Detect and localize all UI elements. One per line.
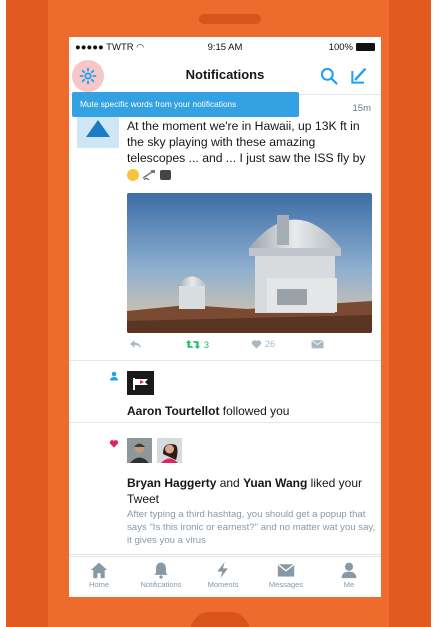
follower-name[interactable]: Aaron Tourtellot bbox=[127, 404, 219, 418]
smile-emoji-icon bbox=[127, 168, 139, 181]
tweet-emojis bbox=[127, 167, 171, 183]
follow-notification[interactable]: Aaron Tourtellot followed you bbox=[69, 361, 381, 423]
tweet-actions: 3 26 bbox=[127, 339, 377, 355]
tab-label: Me bbox=[343, 580, 355, 589]
frame: ●●●●● TWTR ◠ 9:15 AM 100% Notifications bbox=[0, 0, 437, 627]
avatar[interactable] bbox=[157, 438, 182, 463]
heart-icon bbox=[109, 440, 119, 448]
avatar-logo bbox=[86, 120, 110, 137]
phone-home-button bbox=[190, 612, 250, 627]
avatar[interactable] bbox=[127, 438, 152, 463]
lightning-icon bbox=[217, 561, 228, 579]
search-icon[interactable] bbox=[319, 66, 339, 86]
like-button[interactable]: 26 bbox=[251, 339, 275, 349]
phone-side-right bbox=[389, 0, 431, 627]
tab-messages[interactable]: Messages bbox=[256, 561, 316, 589]
tab-label: Moments bbox=[207, 580, 239, 589]
bell-icon bbox=[154, 562, 168, 579]
reply-icon bbox=[130, 340, 141, 349]
compose-icon[interactable] bbox=[349, 66, 369, 86]
like-connector: and bbox=[216, 476, 244, 490]
battery-percent: 100% bbox=[328, 42, 353, 53]
mute-words-tooltip[interactable]: Mute specific words from your notificati… bbox=[72, 92, 299, 117]
telescope-emoji-icon bbox=[143, 169, 156, 180]
person-follow-icon bbox=[110, 371, 118, 381]
person-icon bbox=[341, 562, 357, 579]
envelope-icon bbox=[311, 339, 324, 349]
tab-label: Home bbox=[88, 580, 109, 589]
retweet-button[interactable]: 3 bbox=[185, 339, 209, 350]
tab-bar: Home Notifications Moments Messages Me bbox=[69, 556, 381, 597]
tab-moments[interactable]: Moments bbox=[193, 561, 253, 589]
tab-notifications[interactable]: Notifications bbox=[131, 561, 191, 589]
retweet-icon bbox=[185, 340, 201, 349]
home-icon bbox=[90, 562, 108, 579]
nav-bar: Notifications bbox=[69, 57, 381, 95]
phone-screen: ●●●●● TWTR ◠ 9:15 AM 100% Notifications bbox=[69, 37, 381, 597]
avatar[interactable] bbox=[127, 371, 154, 395]
tweet-notification[interactable]: 15m At the moment we're in Hawaii, up 13… bbox=[69, 95, 381, 361]
camera-emoji-icon bbox=[159, 169, 171, 180]
liked-tweet-text: After typing a third hashtag, you should… bbox=[127, 509, 376, 546]
heart-outline-icon bbox=[251, 340, 262, 349]
like-text: Bryan Haggerty and Yuan Wang liked your … bbox=[127, 475, 372, 507]
tab-home[interactable]: Home bbox=[69, 561, 129, 589]
like-count: 26 bbox=[265, 339, 276, 349]
liker-name-1[interactable]: Bryan Haggerty bbox=[127, 476, 216, 490]
tab-label: Notifications bbox=[140, 580, 182, 589]
avatar-flag-logo bbox=[133, 378, 148, 390]
battery-icon bbox=[356, 43, 375, 51]
tweet-timestamp: 15m bbox=[352, 103, 371, 114]
tab-label: Messages bbox=[268, 580, 304, 589]
reply-button[interactable] bbox=[129, 339, 142, 350]
direct-message-button[interactable] bbox=[311, 339, 324, 349]
liker-name-2[interactable]: Yuan Wang bbox=[243, 476, 307, 490]
phone-speaker bbox=[199, 14, 261, 24]
like-notification[interactable]: Bryan Haggerty and Yuan Wang liked your … bbox=[69, 423, 381, 555]
tweet-text: At the moment we're in Hawaii, up 13K ft… bbox=[127, 118, 375, 183]
status-bar: ●●●●● TWTR ◠ 9:15 AM 100% bbox=[69, 37, 381, 57]
retweet-count: 3 bbox=[204, 339, 210, 350]
follow-action: followed you bbox=[219, 404, 290, 418]
tweet-photo-observatory[interactable] bbox=[127, 193, 372, 333]
tweet-body: At the moment we're in Hawaii, up 13K ft… bbox=[127, 119, 366, 165]
envelope-icon bbox=[277, 563, 295, 577]
follow-text: Aaron Tourtellot followed you bbox=[127, 404, 289, 418]
phone-side-left bbox=[6, 0, 48, 627]
tab-me[interactable]: Me bbox=[319, 561, 379, 589]
